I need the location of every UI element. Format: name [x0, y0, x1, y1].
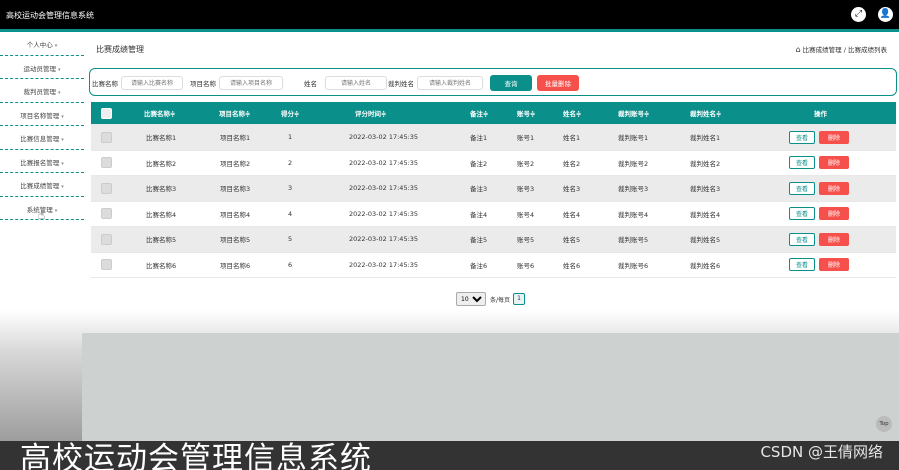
user-icon[interactable]: 👤: [878, 7, 893, 22]
header-actions: 操作: [814, 110, 827, 118]
back-to-top-button[interactable]: Top: [876, 416, 892, 432]
search-field-referee: 裁判姓名: [388, 76, 483, 90]
header-referee-account[interactable]: 裁判账号≑: [618, 102, 649, 124]
sidebar-item-scores[interactable]: 比赛成绩管理 ▾: [0, 173, 84, 197]
delete-button[interactable]: 删除: [819, 130, 849, 144]
header-name[interactable]: 姓名≑: [563, 102, 581, 124]
event-name-input[interactable]: [219, 76, 283, 90]
table-row: 比赛名称1 项目名称1 1 2022-03-02 17:45:35 备注1 账号…: [91, 125, 896, 151]
chevron-down-icon: ▾: [57, 90, 61, 96]
delete-button[interactable]: 删除: [819, 156, 849, 170]
watermark: CSDN @王倩网络: [760, 443, 883, 461]
overlay-title: 高校运动会管理信息系统: [20, 441, 372, 470]
view-button[interactable]: 查看: [789, 156, 815, 170]
row-checkbox[interactable]: [101, 233, 112, 245]
header-remark[interactable]: 备注≑: [470, 102, 488, 124]
chevron-down-icon: ▾: [61, 137, 64, 143]
table-row: 比赛名称2 项目名称2 2 2022-03-02 17:45:35 备注2 账号…: [91, 150, 896, 176]
chevron-down-icon: ▾: [57, 66, 61, 73]
sidebar-item-competitions[interactable]: 比赛信息管理 ▾: [0, 126, 84, 150]
delete-button[interactable]: 删除: [819, 207, 849, 221]
hand-cursor-icon: ☝: [38, 208, 46, 222]
fullscreen-icon[interactable]: ⤢: [851, 7, 866, 22]
row-checkbox[interactable]: [101, 131, 112, 143]
view-button[interactable]: 查看: [789, 130, 815, 144]
view-button[interactable]: 查看: [789, 258, 815, 272]
app-title: 高校运动会管理信息系统: [6, 11, 94, 20]
page-title: 比赛成绩管理: [96, 45, 144, 54]
search-field-competition: 比赛名称: [92, 76, 183, 90]
sidebar-item-profile[interactable]: 个人中心 ▾: [0, 32, 84, 56]
sidebar-item-athletes[interactable]: 运动员管理 ▾: [0, 56, 84, 79]
row-checkbox[interactable]: [101, 182, 112, 194]
table-header-row: 比赛名称≑ 项目名称≑ 得分≑ 评分时间≑ 备注≑ 账号≑ 姓名≑ 裁判账号≑ …: [91, 102, 896, 125]
batch-delete-button[interactable]: 批量删除: [537, 75, 579, 91]
chevron-down-icon: ▾: [61, 160, 64, 167]
select-all-checkbox[interactable]: [101, 107, 112, 119]
row-checkbox[interactable]: [101, 259, 112, 271]
view-button[interactable]: 查看: [789, 207, 815, 221]
search-field-name: 姓名: [304, 76, 387, 90]
sidebar: 个人中心 ▾ 运动员管理 ▾ 裁判员管理 ▾ 项目名称管理 ▾ 比赛信息管理 ▾ 比赛报名…: [0, 32, 84, 220]
chevron-down-icon: ▾: [54, 43, 58, 49]
page-size-select[interactable]: 10: [456, 292, 486, 306]
chevron-down-icon: ▾: [54, 207, 58, 214]
chevron-down-icon: ▾: [61, 184, 64, 190]
search-button[interactable]: 查询: [490, 75, 532, 91]
row-checkbox[interactable]: [101, 208, 112, 220]
view-button[interactable]: 查看: [789, 181, 815, 195]
pagination: 10 条/每页 1: [456, 292, 526, 306]
table-row: 比赛名称6 项目名称6 6 2022-03-02 17:45:35 备注6 账号…: [91, 252, 896, 278]
video-panel: [82, 333, 899, 441]
per-page-label: 条/每页: [490, 296, 511, 304]
row-checkbox[interactable]: [101, 157, 112, 169]
sidebar-item-referees[interactable]: 裁判员管理 ▾: [0, 79, 84, 103]
sidebar-item-registrations[interactable]: 比赛报名管理 ▾: [0, 150, 84, 173]
home-icon[interactable]: ⌂: [796, 45, 801, 54]
delete-button[interactable]: 删除: [819, 258, 849, 272]
delete-button[interactable]: 删除: [819, 181, 849, 195]
table-row: 比赛名称4 项目名称4 4 2022-03-02 17:45:35 备注4 账号…: [91, 201, 896, 227]
sidebar-item-events[interactable]: 项目名称管理 ▾: [0, 103, 84, 126]
delete-button[interactable]: 删除: [819, 232, 849, 246]
header-score[interactable]: 得分≑: [281, 102, 299, 124]
header-referee-name[interactable]: 裁判姓名≑: [690, 102, 721, 124]
view-button[interactable]: 查看: [789, 232, 815, 246]
scores-table: 比赛名称≑ 项目名称≑ 得分≑ 评分时间≑ 备注≑ 账号≑ 姓名≑ 裁判账号≑ …: [91, 102, 896, 278]
header-account[interactable]: 账号≑: [517, 102, 535, 124]
referee-name-input[interactable]: [417, 76, 483, 90]
header-time[interactable]: 评分时间≑: [355, 102, 386, 124]
table-row: 比赛名称3 项目名称3 3 2022-03-02 17:45:35 备注3 账号…: [91, 176, 896, 202]
competition-name-input[interactable]: [121, 76, 183, 90]
name-input[interactable]: [325, 76, 387, 90]
top-bar: 高校运动会管理信息系统 ⤢ 👤: [0, 0, 899, 29]
search-bar: 比赛名称 项目名称 姓名 裁判姓名 查询 批量删除: [89, 68, 897, 96]
header-event[interactable]: 项目名称≑: [219, 102, 250, 124]
header-accent-line: [0, 29, 899, 32]
breadcrumb: ⌂ 比赛成绩管理 / 比赛成绩列表: [795, 45, 887, 54]
page-number-button[interactable]: 1: [513, 293, 526, 305]
chevron-down-icon: ▾: [61, 113, 64, 120]
table-row: 比赛名称5 项目名称5 5 2022-03-02 17:45:35 备注5 账号…: [91, 227, 896, 253]
search-field-event: 项目名称: [190, 76, 283, 90]
header-competition[interactable]: 比赛名称≑: [144, 102, 175, 124]
